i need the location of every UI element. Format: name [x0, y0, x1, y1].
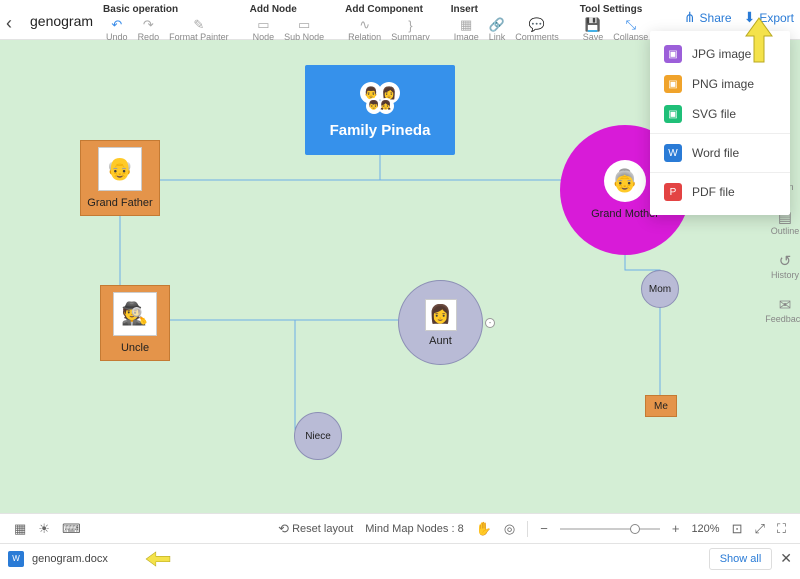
node-mom[interactable]: Mom — [641, 270, 679, 308]
undo-button[interactable]: ↶Undo — [101, 18, 133, 42]
export-pdf[interactable]: PPDF file — [650, 177, 790, 207]
node-button[interactable]: ▭Node — [248, 18, 280, 42]
status-bar: ▦ ☀ ⌨ ⟲ Reset layout Mind Map Nodes : 8 … — [0, 513, 800, 543]
reset-layout-button[interactable]: ⟲ Reset layout — [278, 521, 353, 537]
side-feedback-button[interactable]: ✉Feedback — [765, 296, 800, 324]
node-niece[interactable]: Niece — [294, 412, 342, 460]
back-button[interactable]: ‹ — [6, 3, 24, 34]
node-count: Mind Map Nodes : 8 — [365, 523, 463, 535]
collapse-button[interactable]: ⤡Collapse — [608, 18, 653, 42]
zoom-in-button[interactable]: + — [672, 521, 680, 536]
keyboard-icon[interactable]: ⌨ — [62, 521, 81, 537]
side-history-button[interactable]: ↺History — [771, 252, 799, 280]
image-button[interactable]: ▦Image — [449, 18, 484, 42]
node-grandfather[interactable]: 👴 Grand Father — [80, 140, 160, 216]
zoom-slider[interactable] — [560, 528, 660, 530]
avatar-icon: 🕵️ — [113, 292, 157, 336]
downloads-bar: W genogram.docx Show all ✕ — [0, 543, 800, 573]
comments-button[interactable]: 💬Comments — [510, 18, 564, 42]
share-button[interactable]: ⋔Share — [684, 9, 732, 26]
share-icon: ⋔ — [684, 9, 696, 26]
node-uncle[interactable]: 🕵️ Uncle — [100, 285, 170, 361]
menu-group-add-node: Add Node ▭Node ▭Sub Node — [248, 3, 330, 42]
zoom-level: 120% — [691, 523, 719, 535]
svg-icon: ▣ — [664, 105, 682, 123]
selection-tool[interactable]: ◎ — [504, 521, 515, 537]
format-painter-button[interactable]: ✎Format Painter — [164, 18, 234, 42]
fullscreen-button[interactable]: ⛶ — [777, 521, 786, 537]
menu-groups: Basic operation ↶Undo ↷Redo ✎Format Pain… — [101, 3, 672, 42]
node-root[interactable]: 👨👩 👦👧 Family Pineda — [305, 65, 455, 155]
download-filename[interactable]: genogram.docx — [32, 553, 108, 565]
close-downloads-button[interactable]: ✕ — [780, 550, 792, 567]
export-svg[interactable]: ▣SVG file — [650, 99, 790, 129]
jpg-icon: ▣ — [664, 45, 682, 63]
presentation-icon[interactable]: ▦ — [14, 521, 26, 537]
avatar-icon: 👩 — [425, 299, 457, 331]
menu-group-add-component: Add Component ∿Relation }Summary — [343, 3, 435, 42]
show-all-button[interactable]: Show all — [709, 548, 773, 570]
node-me[interactable]: Me — [645, 395, 677, 417]
export-word[interactable]: WWord file — [650, 138, 790, 168]
summary-button[interactable]: }Summary — [386, 18, 435, 42]
document-title: genogram — [24, 3, 101, 29]
brightness-icon[interactable]: ☀ — [38, 521, 50, 537]
menu-group-basic-operation: Basic operation ↶Undo ↷Redo ✎Format Pain… — [101, 3, 234, 42]
arrow-export-highlight — [742, 16, 776, 64]
sub-node-button[interactable]: ▭Sub Node — [279, 18, 329, 42]
export-png[interactable]: ▣PNG image — [650, 69, 790, 99]
avatar-icon: 👵 — [604, 160, 646, 202]
zoom-out-button[interactable]: − — [540, 521, 548, 536]
png-icon: ▣ — [664, 75, 682, 93]
redo-button[interactable]: ↷Redo — [133, 18, 165, 42]
save-button[interactable]: 💾Save — [578, 18, 609, 42]
link-button[interactable]: 🔗Link — [484, 18, 511, 42]
fit-screen-button[interactable]: ⤢ — [754, 521, 764, 537]
fit-center-button[interactable]: ⊡ — [732, 521, 743, 537]
collapse-toggle[interactable]: - — [485, 318, 495, 328]
menu-group-tool-settings: Tool Settings 💾Save ⤡Collapse — [578, 3, 654, 42]
node-aunt[interactable]: 👩 Aunt — [398, 280, 483, 365]
hand-tool[interactable]: ✋ — [476, 521, 492, 537]
word-icon: W — [664, 144, 682, 162]
avatar-icon: 👴 — [98, 147, 142, 191]
menu-group-insert: Insert ▦Image 🔗Link 💬Comments — [449, 3, 564, 42]
relation-button[interactable]: ∿Relation — [343, 18, 386, 42]
docx-icon: W — [8, 551, 24, 567]
pdf-icon: P — [664, 183, 682, 201]
